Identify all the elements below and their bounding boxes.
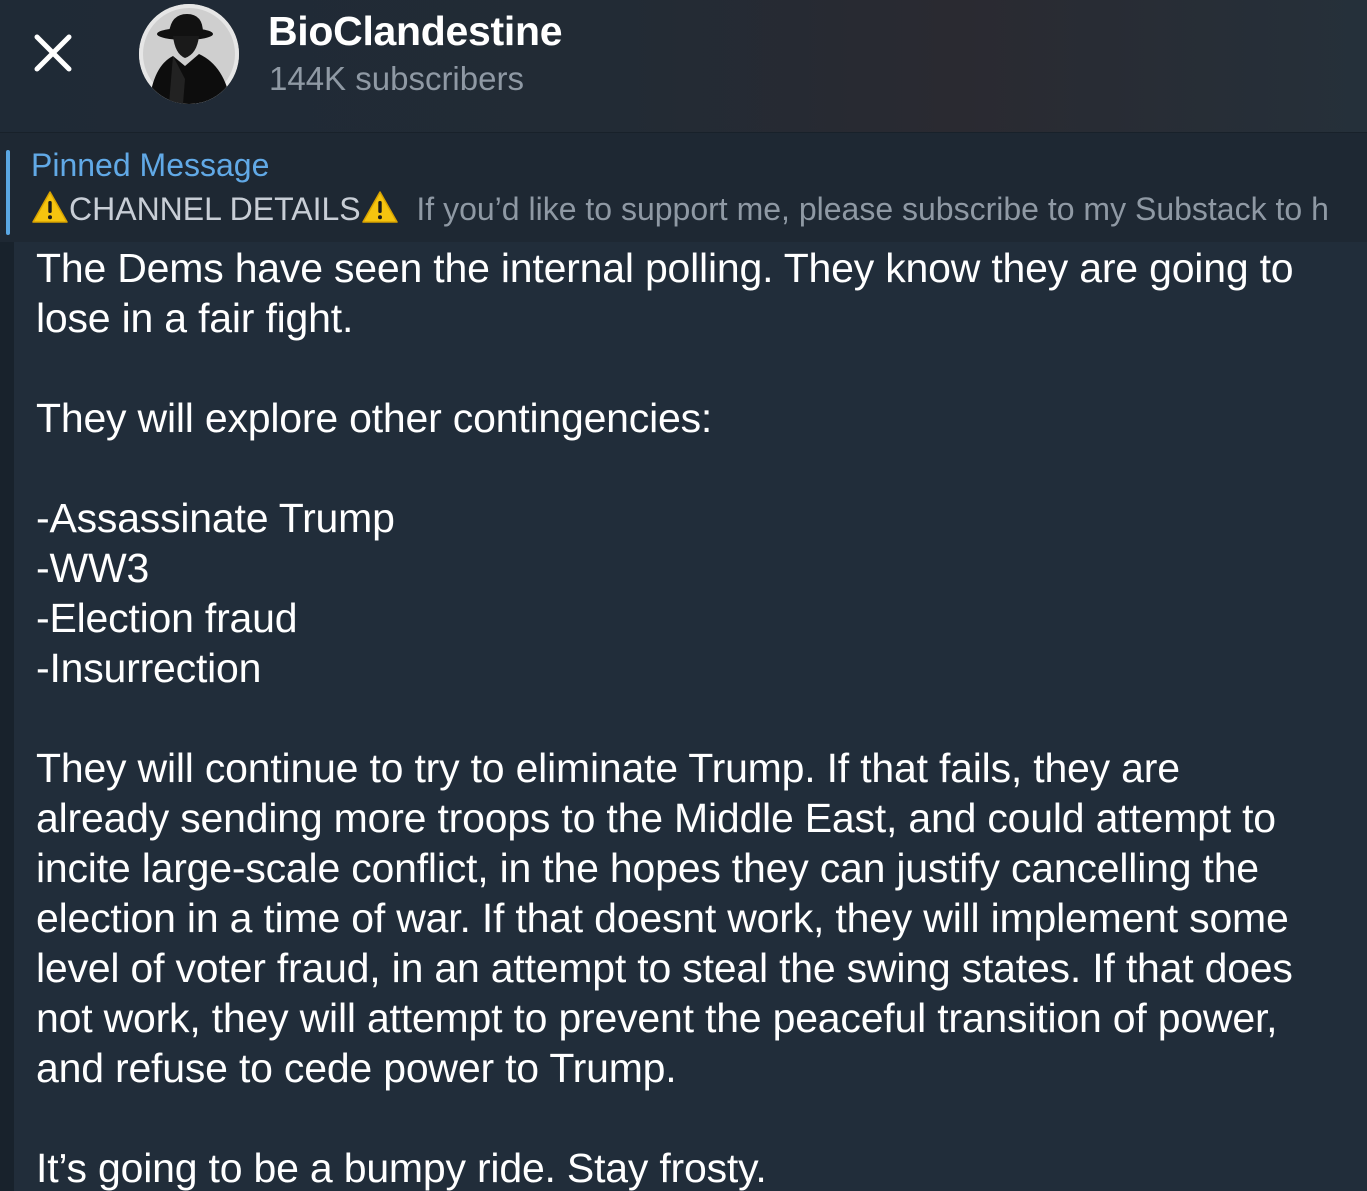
pinned-accent-bar (6, 150, 10, 235)
message-bubble[interactable]: The Dems have seen the internal polling.… (14, 242, 1367, 1191)
message-line: It’s going to be a bumpy ride. Stay fros… (36, 1145, 767, 1191)
message-line: They will continue to try to eliminate T… (36, 745, 1180, 791)
message-line: -Insurrection (36, 645, 262, 691)
pinned-message-banner[interactable]: Pinned Message CHANNEL DETAILS If you’d … (0, 132, 1367, 244)
message-line: not work, they will attempt to prevent t… (36, 995, 1278, 1041)
message-line: lose in a fair fight. (36, 295, 354, 341)
channel-title[interactable]: BioClandestine (268, 8, 563, 55)
close-button[interactable] (24, 24, 82, 82)
warning-icon (361, 191, 398, 223)
message-line: and refuse to cede power to Trump. (36, 1045, 677, 1091)
spy-silhouette-icon (139, 4, 239, 104)
warning-icon (32, 191, 68, 223)
message-text: The Dems have seen the internal polling.… (36, 243, 1367, 1191)
close-icon (34, 34, 72, 72)
chat-header: BioClandestine 144K subscribers (0, 0, 1367, 132)
message-line: level of voter fraud, in an attempt to s… (36, 945, 1293, 991)
pinned-message-label: Pinned Message (31, 147, 270, 183)
message-line: -Assassinate Trump (36, 495, 395, 541)
message-line: -Election fraud (36, 595, 298, 641)
pinned-title-text: CHANNEL DETAILS (69, 191, 361, 227)
subscriber-count: 144K subscribers (269, 60, 524, 97)
channel-avatar[interactable] (139, 4, 239, 104)
message-line: They will explore other contingencies: (36, 395, 713, 441)
message-line: incite large-scale conflict, in the hope… (36, 845, 1259, 891)
pinned-message-preview: CHANNEL DETAILS If you’d like to support… (31, 190, 1367, 228)
message-line: already sending more troops to the Middl… (36, 795, 1276, 841)
message-line: election in a time of war. If that doesn… (36, 895, 1289, 941)
message-line: The Dems have seen the internal polling.… (36, 245, 1294, 291)
message-line: -WW3 (36, 545, 150, 591)
pinned-preview-text: If you’d like to support me, please subs… (416, 191, 1329, 227)
